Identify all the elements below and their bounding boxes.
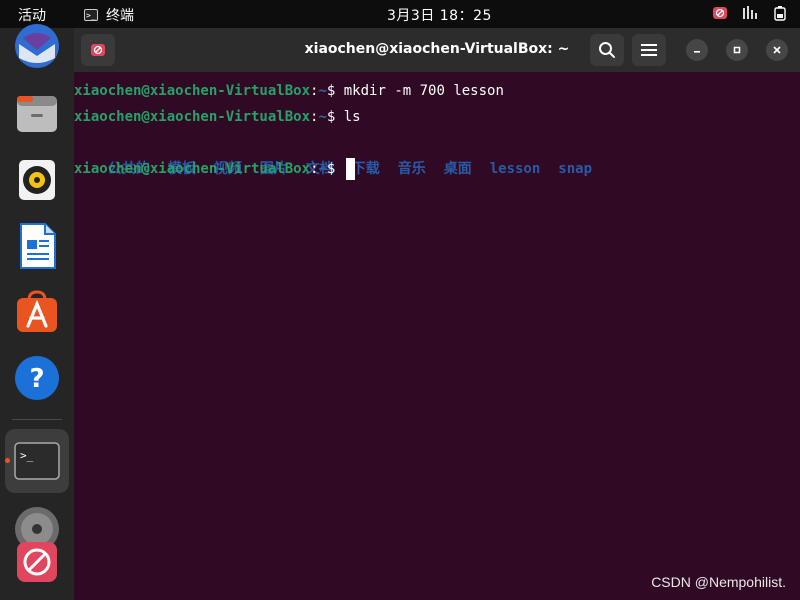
minimize-button[interactable]	[686, 39, 708, 61]
maximize-button[interactable]	[726, 39, 748, 61]
network-icon[interactable]	[742, 5, 758, 21]
dock: ? >_	[0, 24, 74, 600]
prompt-path: ~	[318, 109, 327, 125]
search-button[interactable]	[590, 34, 624, 66]
terminal-icon[interactable]: >_	[13, 437, 61, 485]
record-icon[interactable]	[712, 5, 728, 21]
terminal-icon: >_	[84, 9, 98, 21]
prompt-path: ~	[318, 161, 327, 177]
close-button[interactable]	[766, 39, 788, 61]
terminal-output[interactable]: xiaochen@xiaochen-VirtualBox:~$ mkdir -m…	[74, 78, 794, 182]
directory-entry: 下载	[351, 161, 380, 177]
dock-separator	[12, 419, 62, 420]
files-icon[interactable]	[13, 90, 61, 138]
prompt-user: xiaochen@xiaochen-VirtualBox	[74, 83, 311, 99]
terminal-line: xiaochen@xiaochen-VirtualBox:~$ ls	[74, 109, 361, 125]
no-entry-icon[interactable]	[13, 538, 61, 586]
minimize-icon	[694, 51, 700, 53]
ls-output-line: 公共的 模板 视频 图片 文档 下载 音乐 桌面 lesson snap	[74, 130, 794, 177]
directory-entry: 音乐	[397, 161, 426, 177]
top-bar: 活动 >_ 终端 3月3日 18：25	[0, 0, 800, 28]
command-text: ls	[343, 109, 361, 125]
svg-text:>_: >_	[20, 449, 34, 462]
watermark: CSDN @Nempohilist.	[651, 574, 786, 590]
text-cursor	[345, 158, 355, 180]
hamburger-menu-icon	[641, 44, 657, 56]
battery-icon[interactable]	[772, 5, 788, 21]
rhythmbox-icon[interactable]	[13, 156, 61, 204]
thunderbird-icon[interactable]	[13, 24, 61, 72]
directory-entry: 桌面	[443, 161, 472, 177]
app-center-icon[interactable]	[13, 288, 61, 336]
directory-entry: snap	[558, 161, 593, 177]
system-tray[interactable]	[712, 5, 788, 21]
clock[interactable]: 3月3日 18：25	[387, 5, 492, 25]
help-icon[interactable]: ?	[13, 354, 61, 402]
maximize-icon	[733, 46, 741, 54]
svg-text:?: ?	[29, 364, 44, 394]
directory-entry: lesson	[489, 161, 541, 177]
app-menu[interactable]: >_ 终端	[84, 5, 134, 25]
prompt-path: ~	[318, 83, 327, 99]
search-icon	[599, 42, 615, 58]
activities-button[interactable]: 活动	[18, 5, 46, 25]
close-icon	[773, 46, 781, 54]
terminal-line: xiaochen@xiaochen-VirtualBox:~$ mkdir -m…	[74, 83, 504, 99]
app-menu-label: 终端	[106, 8, 134, 24]
header-bar[interactable]: xiaochen@xiaochen-VirtualBox: ~	[74, 28, 800, 72]
libreoffice-writer-icon[interactable]	[13, 222, 61, 270]
running-indicator	[5, 458, 10, 463]
prompt-user: xiaochen@xiaochen-VirtualBox	[74, 109, 311, 125]
prompt-user: xiaochen@xiaochen-VirtualBox	[74, 161, 311, 177]
command-text: mkdir -m 700 lesson	[343, 83, 504, 99]
menu-button[interactable]	[632, 34, 666, 66]
